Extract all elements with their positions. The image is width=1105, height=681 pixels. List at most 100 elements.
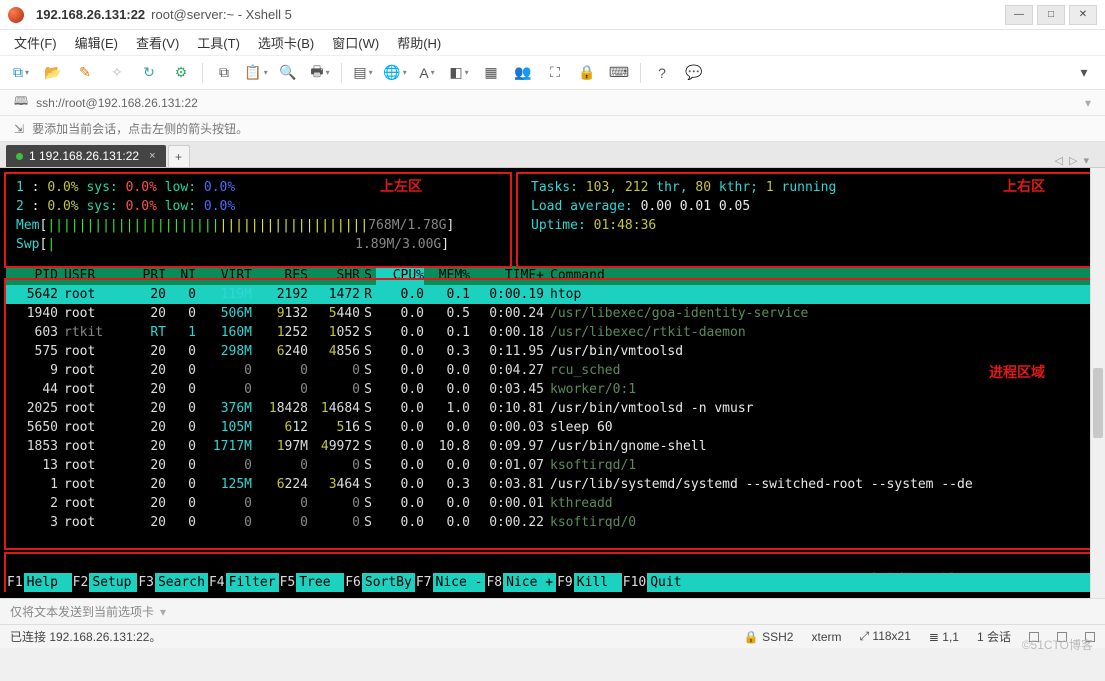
cpu-mem-meters: 1 : 0.0% sys: 0.0% low: 0.0%2 : 0.0% sys…: [6, 172, 511, 256]
fkey-tree[interactable]: F5Tree: [279, 573, 345, 592]
menu-item[interactable]: 选项卡(B): [258, 33, 314, 52]
process-row[interactable]: 1root200125M62243464S0.00.30:03.81/usr/l…: [6, 475, 1099, 494]
window-ip-title: 192.168.26.131:22: [36, 7, 145, 22]
minimize-button[interactable]: —: [1005, 5, 1033, 25]
maximize-button[interactable]: □: [1037, 5, 1065, 25]
cpu-meter: 1 : 0.0% sys: 0.0% low: 0.0%: [16, 178, 501, 197]
mem-meter: Mem[||||||||||||||||||||||||||||||||||||…: [16, 216, 501, 235]
wand-icon[interactable]: ✧: [106, 62, 128, 84]
tab-label: 1 192.168.26.131:22: [29, 149, 139, 163]
hint-arrow-icon[interactable]: ⇲: [14, 122, 24, 136]
fkey-sortby[interactable]: F6SortBy: [344, 573, 415, 592]
bookmark-icon[interactable]: 🕮: [14, 92, 28, 113]
hint-bar: ⇲ 要添加当前会话，点击左侧的箭头按钮。: [0, 116, 1105, 142]
tab-strip: 1 192.168.26.131:22 × + ◁ ▷ ▾: [0, 142, 1105, 168]
menu-item[interactable]: 查看(V): [136, 33, 179, 52]
fkey-search[interactable]: F3Search: [137, 573, 208, 592]
menu-item[interactable]: 工具(T): [197, 33, 240, 52]
address-dropdown-icon[interactable]: ▾: [1085, 96, 1091, 110]
lock-icon[interactable]: 🔒: [576, 62, 598, 84]
status-bar: 已连接 192.168.26.131:22。 🔒 SSH2 xterm ⤢ 11…: [0, 624, 1105, 648]
swap-meter: Swp[|1.89M/3.00G]: [16, 235, 501, 254]
title-bar: 192.168.26.131:22 root@server:~ - Xshell…: [0, 0, 1105, 30]
function-key-bar: F1HelpF2SetupF3SearchF4FilterF5TreeF6Sor…: [6, 573, 1099, 592]
status-size: ⤢ 118x21: [859, 629, 910, 644]
address-bar[interactable]: 🕮 ssh://root@192.168.26.131:22 ▾: [0, 90, 1105, 116]
tab-prev-icon[interactable]: ◁: [1055, 154, 1063, 167]
fkey-nice-[interactable]: F7Nice -: [415, 573, 486, 592]
status-position: ≣ 1,1: [929, 630, 959, 644]
process-row[interactable]: 575root200298M62404856S0.00.30:11.95/usr…: [6, 342, 1099, 361]
properties-icon[interactable]: ⚙: [170, 62, 192, 84]
send-text-bar[interactable]: 仅将文本发送到当前选项卡 ▾: [0, 598, 1105, 624]
process-row[interactable]: 1853root2001717M197M49972S0.010.80:09.97…: [6, 437, 1099, 456]
session-tab[interactable]: 1 192.168.26.131:22 ×: [6, 145, 166, 167]
scrollbar-thumb[interactable]: [1093, 368, 1103, 438]
fkey-filter[interactable]: F4Filter: [208, 573, 279, 592]
process-row[interactable]: 5642root200119M21921472R0.00.10:00.19hto…: [6, 285, 1099, 304]
send-text-label: 仅将文本发送到当前选项卡: [10, 603, 154, 620]
fkey-help[interactable]: F1Help: [6, 573, 72, 592]
status-connection: 已连接 192.168.26.131:22。: [10, 628, 161, 645]
feedback-icon[interactable]: 💬: [683, 62, 705, 84]
palette-icon[interactable]: ◧: [448, 62, 470, 84]
process-row[interactable]: 3root200000S0.00.00:00.22ksoftirqd/0: [6, 513, 1099, 532]
process-row[interactable]: 44root200000S0.00.00:03.45kworker/0:1: [6, 380, 1099, 399]
watermark: ©51CTO博客: [1022, 636, 1093, 653]
open-icon[interactable]: 📂: [42, 62, 64, 84]
process-row[interactable]: 603rtkitRT1160M12521052S0.00.10:00.18/us…: [6, 323, 1099, 342]
address-text: ssh://root@192.168.26.131:22: [36, 96, 198, 110]
status-dot-icon: [16, 153, 23, 160]
cpu-meter: 2 : 0.0% sys: 0.0% low: 0.0%: [16, 197, 501, 216]
toolbar-overflow-icon[interactable]: ▾: [1073, 62, 1095, 84]
terminal-pane[interactable]: 上左区 上右区 进程区域 操作提示区域 1 : 0.0% sys: 0.0% l…: [0, 168, 1105, 598]
menu-item[interactable]: 帮助(H): [397, 33, 441, 52]
print-icon[interactable]: 🖶: [309, 62, 331, 84]
fkey-quit[interactable]: F10Quit: [622, 573, 695, 592]
process-row[interactable]: 1940root200506M91325440S0.00.50:00.24/us…: [6, 304, 1099, 323]
app-icon: [8, 7, 24, 23]
hint-text: 要添加当前会话，点击左侧的箭头按钮。: [32, 120, 248, 137]
process-list[interactable]: 5642root200119M21921472R0.00.10:00.19hto…: [6, 285, 1099, 532]
process-header[interactable]: PID USER PRI NI VIRT RES SHR S CPU% MEM%…: [6, 266, 1099, 285]
process-row[interactable]: 13root200000S0.00.00:01.07ksoftirqd/1: [6, 456, 1099, 475]
process-row[interactable]: 5650root200105M612516S0.00.00:00.03sleep…: [6, 418, 1099, 437]
close-button[interactable]: ✕: [1069, 5, 1097, 25]
menu-item[interactable]: 文件(F): [14, 33, 57, 52]
tab-close-icon[interactable]: ×: [149, 150, 155, 162]
highlight-icon[interactable]: ▦: [480, 62, 502, 84]
process-row[interactable]: 2root200000S0.00.00:00.01kthreadd: [6, 494, 1099, 513]
new-session-icon[interactable]: ⧉: [10, 62, 32, 84]
menu-item[interactable]: 窗口(W): [332, 33, 379, 52]
send-dropdown-icon[interactable]: ▾: [160, 605, 166, 619]
fkey-nice+[interactable]: F8Nice +: [485, 573, 556, 592]
help-icon[interactable]: ?: [651, 62, 673, 84]
process-row[interactable]: 9root200000S0.00.00:04.27rcu_sched: [6, 361, 1099, 380]
window-subtitle: root@server:~ - Xshell 5: [151, 7, 292, 22]
menu-item[interactable]: 编辑(E): [75, 33, 118, 52]
find-icon[interactable]: 🔍: [277, 62, 299, 84]
keyboard-icon[interactable]: ⌨: [608, 62, 630, 84]
edit-icon[interactable]: ✎: [74, 62, 96, 84]
fkey-kill[interactable]: F9Kill: [556, 573, 622, 592]
task-summary: Tasks: 103, 212 thr, 80 kthr; 1 running …: [521, 172, 1099, 256]
menu-bar: 文件(F) 编辑(E) 查看(V) 工具(T) 选项卡(B) 窗口(W) 帮助(H): [0, 30, 1105, 56]
status-term: xterm: [811, 630, 841, 644]
users-icon[interactable]: 👥: [512, 62, 534, 84]
lock-icon: 🔒 SSH2: [744, 630, 794, 644]
process-row[interactable]: 2025root200376M1842814684S0.01.00:10.81/…: [6, 399, 1099, 418]
paste-icon[interactable]: 📋: [245, 62, 267, 84]
fullscreen-icon[interactable]: ⛶: [544, 62, 566, 84]
terminal-scrollbar[interactable]: [1090, 168, 1105, 598]
sidebar-icon[interactable]: ▤: [352, 62, 374, 84]
tab-next-icon[interactable]: ▷: [1069, 154, 1077, 167]
tab-list-icon[interactable]: ▾: [1083, 154, 1089, 167]
copy-icon[interactable]: ⧉: [213, 62, 235, 84]
status-sessions: 1 会话: [977, 628, 1011, 645]
toolbar: ⧉ 📂 ✎ ✧ ↻ ⚙ ⧉ 📋 🔍 🖶 ▤ 🌐 A ◧ ▦ 👥 ⛶ 🔒 ⌨? 💬 ▾: [0, 56, 1105, 90]
font-icon[interactable]: A: [416, 62, 438, 84]
add-tab-button[interactable]: +: [168, 145, 190, 167]
fkey-setup[interactable]: F2Setup: [72, 573, 138, 592]
reconnect-icon[interactable]: ↻: [138, 62, 160, 84]
globe-icon[interactable]: 🌐: [384, 62, 406, 84]
